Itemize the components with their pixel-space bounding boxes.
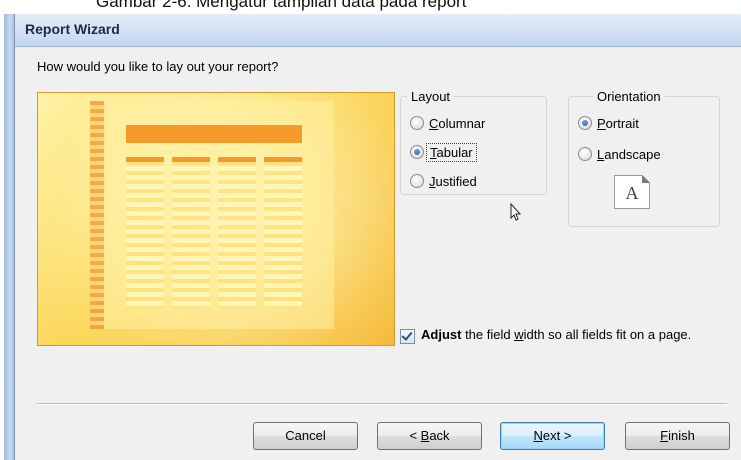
window-frame-left: [4, 14, 15, 460]
adjust-width-label: Adjust the field width so all fields fit…: [421, 327, 692, 342]
preview-title-bar: [126, 125, 302, 143]
cancel-button-label: Cancel: [285, 428, 326, 443]
preview-column: [218, 157, 256, 307]
orientation-legend: Orientation: [597, 89, 661, 104]
radio-columnar[interactable]: Columnar: [410, 113, 485, 133]
radio-button[interactable]: [578, 147, 592, 161]
preview-column: [264, 157, 302, 307]
radio-button[interactable]: [578, 116, 592, 130]
radio-justified[interactable]: Justified: [410, 171, 477, 191]
radio-button[interactable]: [410, 174, 424, 188]
radio-label-tabular: Tabular: [426, 142, 477, 162]
finish-button-label: Finish: [660, 428, 695, 443]
radio-label-landscape: Landscape: [597, 146, 661, 162]
radio-label-justified: Justified: [429, 173, 477, 189]
preview-column: [126, 157, 164, 307]
layout-preview-image: [37, 92, 395, 346]
next-button[interactable]: Next >: [500, 422, 605, 450]
back-button-label: < Back: [409, 428, 450, 443]
caption-text: Gambar 2-6. Mengatur tampilan data pada …: [96, 0, 467, 11]
separator-line: [37, 403, 727, 405]
radio-portrait[interactable]: Portrait: [578, 113, 639, 133]
radio-button[interactable]: [410, 145, 424, 159]
mouse-pointer-icon: [510, 203, 522, 221]
adjust-width-option[interactable]: Adjust the field width so all fields fit…: [400, 327, 720, 344]
cancel-button[interactable]: Cancel: [253, 422, 358, 450]
layout-legend: Layout: [411, 89, 451, 104]
cropped-caption: Gambar 2-6. Mengatur tampilan data pada …: [0, 0, 741, 14]
next-button-label: Next >: [533, 428, 572, 443]
orientation-icon-letter: A: [625, 183, 639, 203]
window-title: Report Wizard: [25, 21, 120, 37]
preview-column: [172, 157, 210, 307]
finish-button[interactable]: Finish: [625, 422, 730, 450]
page-orientation-icon: A: [614, 175, 650, 209]
report-wizard-dialog: How would you like to lay out your repor…: [15, 47, 741, 460]
page-fold-icon: [642, 175, 650, 183]
radio-label-portrait: Portrait: [597, 115, 639, 131]
radio-tabular[interactable]: Tabular: [410, 142, 477, 162]
radio-landscape[interactable]: Landscape: [578, 144, 661, 164]
title-bar[interactable]: Report Wizard: [15, 14, 741, 47]
radio-label-columnar: Columnar: [429, 115, 486, 131]
preview-binding: [90, 101, 104, 329]
prompt-question: How would you like to lay out your repor…: [37, 59, 279, 74]
radio-button[interactable]: [410, 116, 424, 130]
back-button[interactable]: < Back: [377, 422, 482, 450]
adjust-width-checkbox[interactable]: [400, 329, 415, 344]
